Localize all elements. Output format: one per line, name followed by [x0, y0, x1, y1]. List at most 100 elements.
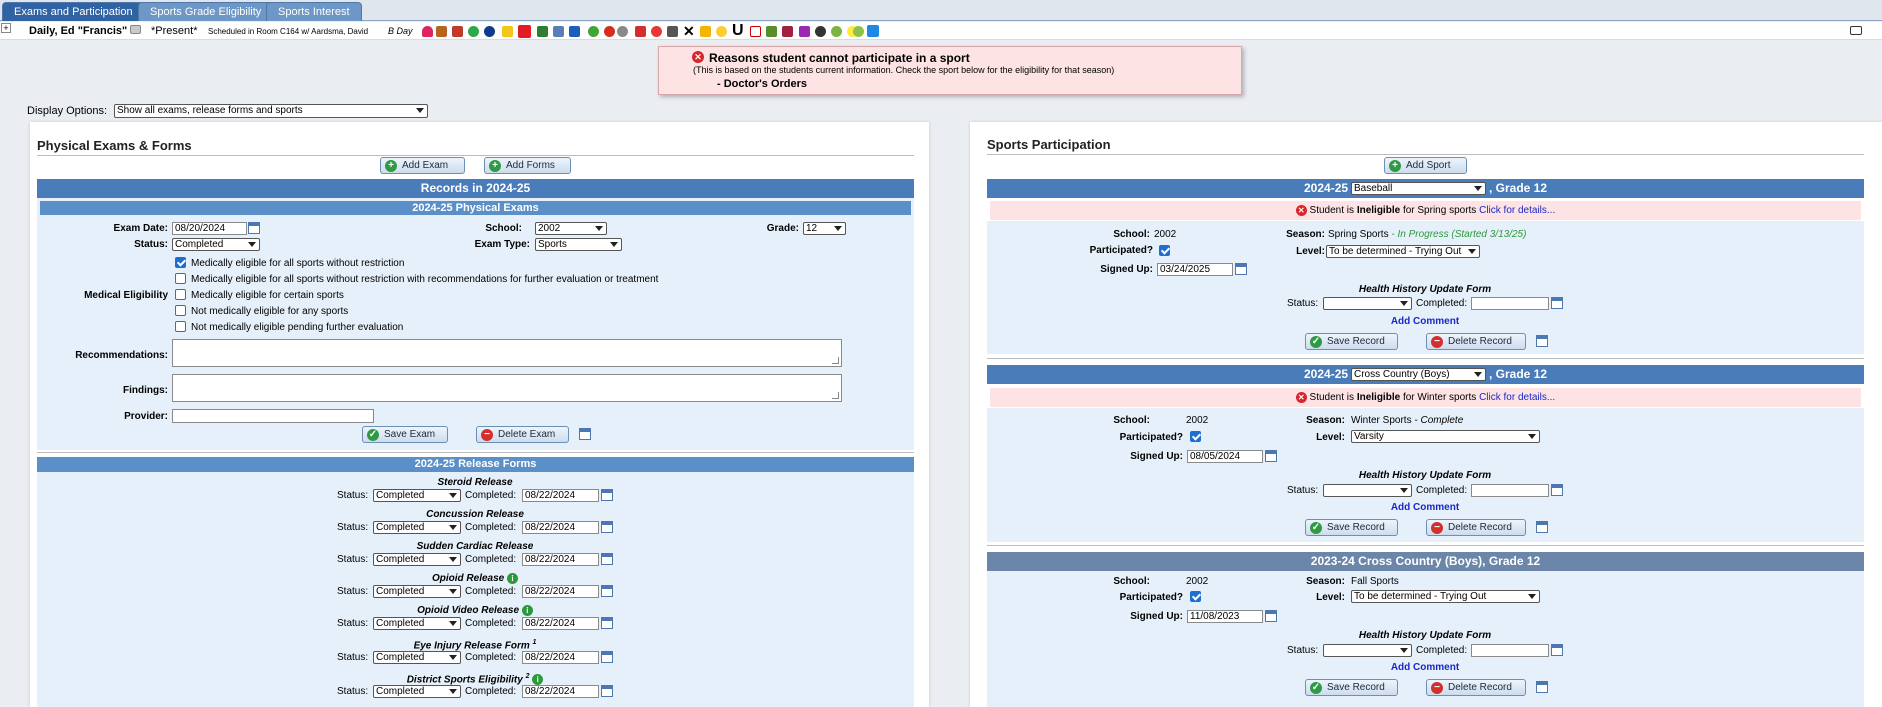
- release-completed-input[interactable]: 08/22/2024: [522, 585, 599, 598]
- release-status-select[interactable]: Completed: [373, 617, 461, 630]
- participated-checkbox[interactable]: [1159, 245, 1170, 256]
- elig-option-checkbox[interactable]: [175, 257, 186, 268]
- people-icon[interactable]: [799, 26, 810, 37]
- add-comment-link[interactable]: Add Comment: [1300, 662, 1550, 673]
- calendar-icon[interactable]: [601, 585, 613, 597]
- exam-status-select[interactable]: Completed: [172, 238, 260, 251]
- release-status-select[interactable]: Completed: [373, 521, 461, 534]
- findings-textarea[interactable]: [172, 374, 842, 402]
- calendar-icon[interactable]: [601, 489, 613, 501]
- family-icon[interactable]: [452, 26, 463, 37]
- signed-up-input[interactable]: 03/24/2025: [1157, 263, 1233, 276]
- calendar-icon[interactable]: [601, 553, 613, 565]
- save-record-button[interactable]: ✓ Save Record: [1305, 519, 1398, 536]
- heart-icon[interactable]: [422, 26, 433, 37]
- add-forms-button[interactable]: + Add Forms: [484, 157, 571, 174]
- exam-type-select[interactable]: Sports: [535, 238, 622, 251]
- signed-up-input[interactable]: 11/08/2023: [1187, 610, 1263, 623]
- crosshair-icon[interactable]: [667, 26, 678, 37]
- history-icon[interactable]: [1536, 681, 1548, 693]
- delete-exam-button[interactable]: − Delete Exam: [476, 426, 569, 443]
- history-icon[interactable]: [1536, 521, 1548, 533]
- calendar-icon[interactable]: [1551, 644, 1563, 656]
- participated-checkbox[interactable]: [1190, 591, 1201, 602]
- sport-select[interactable]: Cross Country (Boys): [1351, 368, 1486, 381]
- release-status-select[interactable]: Completed: [373, 553, 461, 566]
- level-select[interactable]: Varsity: [1351, 430, 1540, 443]
- elig-option-checkbox[interactable]: [175, 273, 186, 284]
- book-icon[interactable]: [569, 26, 580, 37]
- calendar-icon[interactable]: [601, 651, 613, 663]
- level-select[interactable]: To be determined - Trying Out: [1326, 245, 1480, 258]
- add-comment-link[interactable]: Add Comment: [1300, 316, 1550, 327]
- hhuf-status-select[interactable]: [1323, 484, 1412, 497]
- elig-option-checkbox[interactable]: [175, 305, 186, 316]
- signed-up-input[interactable]: 08/05/2024: [1187, 450, 1263, 463]
- calendar-icon[interactable]: [1265, 450, 1277, 462]
- hhuf-completed-input[interactable]: [1471, 297, 1549, 310]
- delete-record-button[interactable]: − Delete Record: [1426, 679, 1526, 696]
- grade-select[interactable]: 12: [803, 222, 846, 235]
- card-icon[interactable]: [766, 26, 777, 37]
- student-name[interactable]: Daily, Ed "Francis": [29, 25, 127, 37]
- history-icon[interactable]: [1536, 335, 1548, 347]
- sparkle-icon[interactable]: [700, 26, 711, 37]
- delete-record-button[interactable]: − Delete Record: [1426, 333, 1526, 350]
- release-completed-input[interactable]: 08/22/2024: [522, 651, 599, 664]
- details-link[interactable]: Click for details...: [1479, 392, 1555, 403]
- dollar-icon[interactable]: [537, 26, 548, 37]
- release-completed-input[interactable]: 08/22/2024: [522, 685, 599, 698]
- face-icon[interactable]: [716, 26, 727, 37]
- tab-sports-grade-eligibility[interactable]: Sports Grade Eligibility: [138, 2, 274, 21]
- tag-icon[interactable]: [782, 26, 793, 37]
- hhuf-status-select[interactable]: [1323, 644, 1412, 657]
- release-completed-input[interactable]: 08/22/2024: [522, 521, 599, 534]
- u-letter-icon[interactable]: U: [732, 22, 744, 40]
- delete-record-button[interactable]: − Delete Record: [1426, 519, 1526, 536]
- elig-option-checkbox[interactable]: [175, 321, 186, 332]
- id-card-icon[interactable]: [130, 25, 141, 34]
- calendar-icon[interactable]: [1551, 484, 1563, 496]
- add-sport-button[interactable]: + Add Sport: [1384, 157, 1467, 174]
- soccer-icon[interactable]: [815, 26, 826, 37]
- school-select[interactable]: 2002: [535, 222, 607, 235]
- level-select[interactable]: To be determined - Trying Out: [1351, 590, 1540, 603]
- release-completed-input[interactable]: 08/22/2024: [522, 553, 599, 566]
- briefcase-icon[interactable]: [436, 26, 447, 37]
- history-icon[interactable]: [579, 428, 591, 440]
- leaf-icon[interactable]: [831, 26, 842, 37]
- calendar-icon[interactable]: [601, 521, 613, 533]
- info-icon[interactable]: i: [521, 605, 533, 616]
- provider-input[interactable]: [172, 409, 374, 423]
- no-entry-icon[interactable]: [604, 26, 615, 37]
- star-icon[interactable]: [468, 26, 479, 37]
- calendar-icon[interactable]: [601, 685, 613, 697]
- recommendations-textarea[interactable]: [172, 339, 842, 367]
- calendar-icon[interactable]: [1265, 610, 1277, 622]
- exam-date-input[interactable]: 08/20/2024: [172, 222, 247, 235]
- number-icon[interactable]: [867, 25, 879, 37]
- calendar-icon[interactable]: [1551, 297, 1563, 309]
- expand-icon[interactable]: +: [1, 23, 11, 33]
- document-icon[interactable]: [750, 26, 761, 37]
- hhuf-status-select[interactable]: [1323, 297, 1412, 310]
- mail-icon[interactable]: [1850, 26, 1862, 35]
- release-status-select[interactable]: Completed: [373, 651, 461, 664]
- info-icon[interactable]: i: [507, 573, 519, 584]
- details-link[interactable]: Click for details...: [1479, 205, 1555, 216]
- release-status-select[interactable]: Completed: [373, 489, 461, 502]
- badge-icon[interactable]: [853, 26, 864, 37]
- hhuf-completed-input[interactable]: [1471, 484, 1549, 497]
- medical-cross-icon[interactable]: [518, 25, 531, 38]
- calendar-icon[interactable]: [1235, 263, 1247, 275]
- runner-icon[interactable]: [635, 26, 646, 37]
- calendar-icon[interactable]: [601, 617, 613, 629]
- release-completed-input[interactable]: 08/22/2024: [522, 489, 599, 502]
- save-record-button[interactable]: ✓ Save Record: [1305, 333, 1398, 350]
- calendar-icon[interactable]: [248, 222, 260, 234]
- elig-option-checkbox[interactable]: [175, 289, 186, 300]
- ball-icon[interactable]: [617, 26, 628, 37]
- hhuf-completed-input[interactable]: [1471, 644, 1549, 657]
- burst-icon[interactable]: [651, 26, 662, 37]
- info-icon[interactable]: i: [532, 674, 544, 686]
